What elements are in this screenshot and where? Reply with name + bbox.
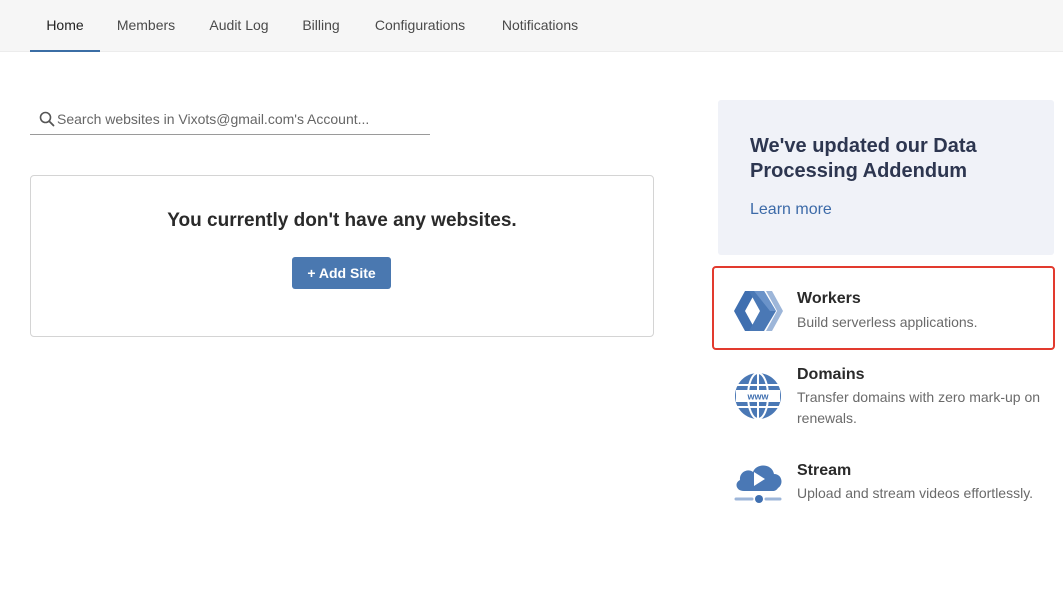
tab-billing[interactable]: Billing — [293, 0, 349, 52]
tab-members[interactable]: Members — [108, 0, 184, 52]
svg-text:www: www — [746, 392, 769, 402]
promo-title: We've updated our Data Processing Addend… — [750, 135, 977, 182]
add-site-button[interactable]: + Add Site — [292, 257, 391, 289]
top-nav: Home Members Audit Log Billing Configura… — [0, 0, 1063, 52]
domains-globe-icon: www — [735, 372, 781, 420]
learn-more-link[interactable]: Learn more — [750, 201, 832, 219]
product-workers[interactable]: Workers Build serverless applications. — [718, 268, 1058, 348]
websites-empty-card: You currently don't have any websites. +… — [30, 175, 654, 337]
product-title: Domains — [797, 366, 865, 383]
product-stream[interactable]: Stream Upload and stream videos effortle… — [718, 455, 1058, 515]
product-description: Upload and stream videos effortlessly. — [797, 485, 1034, 501]
search-input[interactable] — [57, 108, 422, 130]
stream-cloud-icon — [734, 465, 782, 503]
tab-audit-log[interactable]: Audit Log — [200, 0, 278, 52]
product-title: Stream — [797, 462, 852, 479]
website-search — [30, 102, 430, 135]
product-domains[interactable]: www Domains Transfer domains with zero m… — [718, 360, 1058, 438]
workers-icon — [734, 291, 783, 331]
tab-configurations[interactable]: Configurations — [364, 0, 476, 52]
empty-websites-message: You currently don't have any websites. — [167, 210, 517, 231]
search-icon — [39, 111, 55, 127]
dpa-promo-card: We've updated our Data Processing Addend… — [718, 100, 1054, 255]
tab-notifications[interactable]: Notifications — [491, 0, 589, 52]
product-description: Build serverless applications. — [797, 314, 978, 330]
product-description: Transfer domains with zero mark-up on re… — [797, 389, 1041, 426]
tab-home[interactable]: Home — [30, 0, 100, 52]
product-title: Workers — [797, 290, 861, 307]
